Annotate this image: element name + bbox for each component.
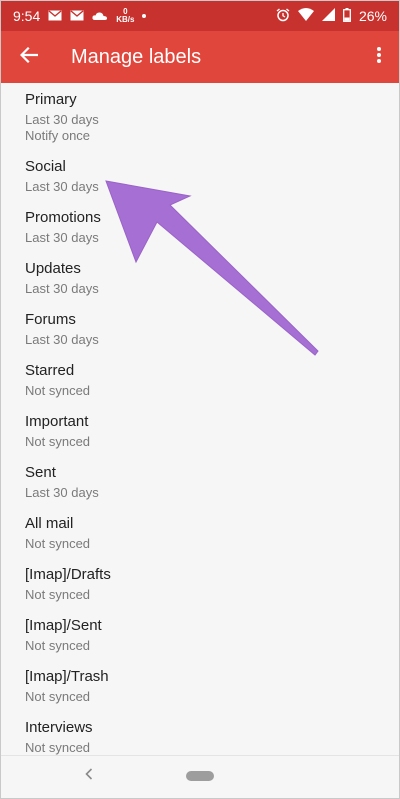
label-name: [Imap]/Drafts	[25, 566, 111, 583]
nav-back-button[interactable]	[79, 766, 99, 786]
label-item-forums[interactable]: Forums Last 30 days	[1, 303, 399, 354]
gmail-notification-icon-2	[70, 8, 84, 24]
label-sync-setting: Last 30 days	[25, 112, 99, 127]
labels-list: Primary Last 30 days Notify once Social …	[1, 83, 399, 755]
wifi-icon	[297, 8, 314, 24]
label-sync-setting: Last 30 days	[25, 332, 99, 347]
cloud-icon	[92, 8, 108, 24]
label-item-updates[interactable]: Updates Last 30 days	[1, 252, 399, 303]
label-name: Interviews	[25, 719, 93, 736]
label-sync-setting: Not synced	[25, 638, 91, 653]
back-button[interactable]	[1, 31, 57, 83]
label-item-important[interactable]: Important Not synced	[1, 405, 399, 456]
label-name: Promotions	[25, 209, 101, 226]
label-item-primary[interactable]: Primary Last 30 days Notify once	[1, 83, 399, 143]
system-nav-bar	[1, 755, 399, 798]
status-right: 26%	[276, 7, 399, 25]
page-title: Manage labels	[71, 45, 202, 68]
network-speed-indicator: 0 KB/s	[116, 8, 134, 24]
label-name: Important	[25, 413, 89, 430]
status-bar: 9:54 0 KB/s 26%	[1, 1, 399, 31]
cell-signal-icon	[321, 8, 335, 24]
battery-icon	[343, 7, 351, 25]
more-vert-icon	[376, 46, 382, 69]
label-item-imap-sent[interactable]: [Imap]/Sent Not synced	[1, 609, 399, 660]
label-sync-setting: Not synced	[25, 587, 91, 602]
battery-percent: 26%	[358, 8, 387, 24]
label-sync-setting: Not synced	[25, 434, 91, 449]
label-item-imap-trash[interactable]: [Imap]/Trash Not synced	[1, 660, 399, 711]
label-sync-setting: Not synced	[25, 689, 91, 704]
label-name: Primary	[25, 91, 77, 108]
status-left: 9:54 0 KB/s	[1, 8, 147, 24]
screen: 9:54 0 KB/s 26% Manage labels Primary La…	[0, 0, 400, 799]
label-notify-setting: Notify once	[25, 128, 91, 143]
label-name: Forums	[25, 311, 76, 328]
label-name: [Imap]/Trash	[25, 668, 109, 685]
label-item-imap-drafts[interactable]: [Imap]/Drafts Not synced	[1, 558, 399, 609]
label-sync-setting: Not synced	[25, 536, 91, 551]
app-bar: Manage labels	[1, 31, 399, 83]
label-name: Updates	[25, 260, 81, 277]
label-name: Sent	[25, 464, 56, 481]
label-item-all-mail[interactable]: All mail Not synced	[1, 507, 399, 558]
label-sync-setting: Not synced	[25, 383, 91, 398]
label-sync-setting: Last 30 days	[25, 230, 99, 245]
label-sync-setting: Not synced	[25, 740, 91, 755]
label-sync-setting: Last 30 days	[25, 281, 99, 296]
status-time: 9:54	[13, 8, 41, 24]
network-speed-unit: KB/s	[116, 15, 135, 24]
label-name: Starred	[25, 362, 75, 379]
more-notifications-dot-icon	[142, 14, 147, 18]
chevron-left-icon	[85, 767, 93, 785]
label-item-sent[interactable]: Sent Last 30 days	[1, 456, 399, 507]
label-name: Social	[25, 158, 66, 175]
label-sync-setting: Last 30 days	[25, 179, 99, 194]
gmail-notification-icon	[48, 8, 62, 24]
label-item-social[interactable]: Social Last 30 days	[1, 150, 399, 201]
label-item-promotions[interactable]: Promotions Last 30 days	[1, 201, 399, 252]
label-item-interviews[interactable]: Interviews Not synced	[1, 711, 399, 755]
more-options-button[interactable]	[359, 31, 399, 83]
alarm-icon	[276, 7, 290, 25]
label-name: [Imap]/Sent	[25, 617, 102, 634]
label-item-starred[interactable]: Starred Not synced	[1, 354, 399, 405]
arrow-back-icon	[19, 46, 39, 68]
label-sync-setting: Last 30 days	[25, 485, 99, 500]
label-name: All mail	[25, 515, 74, 532]
nav-home-pill[interactable]	[186, 771, 214, 781]
